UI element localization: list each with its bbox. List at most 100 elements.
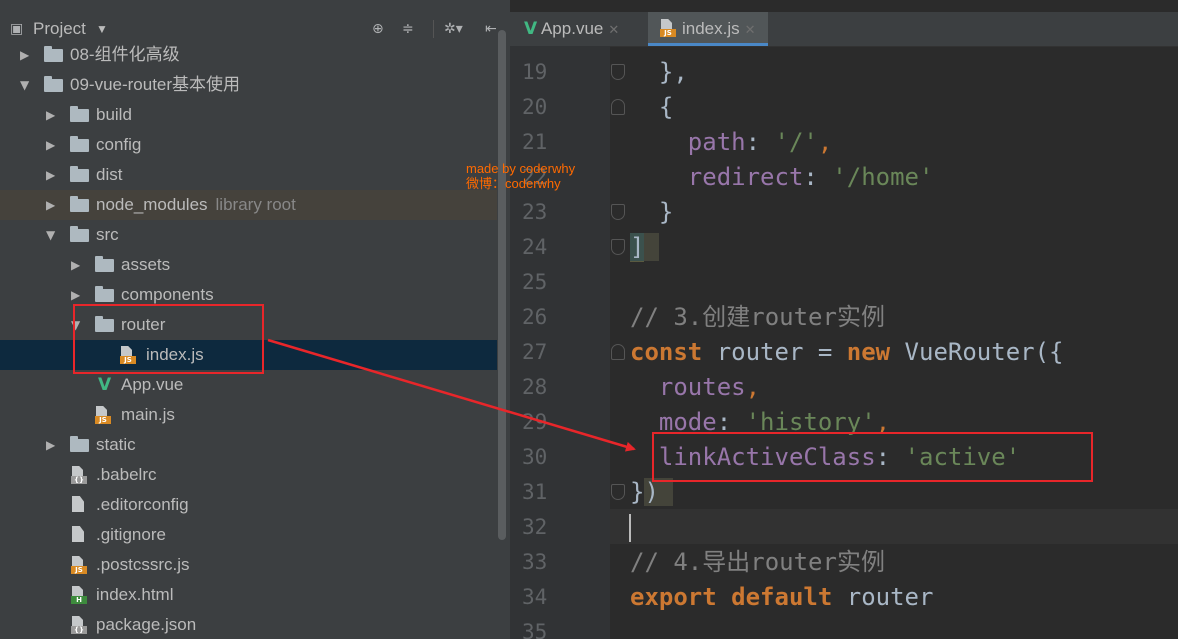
- code-line-23: }: [630, 195, 673, 230]
- code-line-20: {: [630, 90, 673, 125]
- project-scrollbar[interactable]: [498, 30, 506, 540]
- code-token: VueRouter({: [890, 338, 1064, 366]
- tree-node-app-vue[interactable]: V App.vue: [0, 370, 497, 400]
- code-comment: // 4.导出router实例: [630, 548, 885, 576]
- tree-node-node-modules[interactable]: ▶ node_modules library root: [0, 190, 497, 220]
- tab-app-vue[interactable]: V App.vue ✕: [524, 12, 619, 46]
- ide-window: ▣ Project ▼ ⊕ ≑ ✲▾ ⇤ ▶ 08-组件化高级 ▼ 09-vue…: [0, 0, 1178, 639]
- tab-index-js[interactable]: JS index.js ✕: [648, 12, 768, 46]
- code-comment: // 3.创建router实例: [630, 303, 885, 331]
- text-file-icon: [71, 526, 89, 544]
- tree-node-gitignore[interactable]: .gitignore: [0, 520, 497, 550]
- line-number: 21: [522, 130, 548, 154]
- tree-node-09-vue-router[interactable]: ▼ 09-vue-router基本使用: [0, 70, 497, 100]
- tree-node-label: package.json: [96, 615, 197, 634]
- html-file-icon: H: [71, 586, 89, 604]
- tree-node-label: 09-vue-router基本使用: [70, 75, 241, 94]
- tree-node-index-html[interactable]: H index.html: [0, 580, 497, 610]
- js-file-icon: JS: [71, 556, 89, 574]
- code-token: router =: [702, 338, 847, 366]
- fold-marker-icon[interactable]: [611, 204, 625, 220]
- fold-marker-icon[interactable]: [611, 344, 625, 360]
- tree-node-08[interactable]: ▶ 08-组件化高级: [0, 40, 497, 70]
- close-icon[interactable]: ✕: [745, 23, 756, 38]
- expanded-arrow-icon[interactable]: ▼: [20, 70, 29, 100]
- tree-node-label: .gitignore: [96, 525, 166, 544]
- folder-icon: [95, 286, 114, 302]
- line-number: 34: [522, 585, 548, 609]
- fold-marker-icon[interactable]: [611, 484, 625, 500]
- collapsed-arrow-icon[interactable]: ▶: [46, 160, 55, 190]
- collapsed-arrow-icon[interactable]: ▶: [46, 100, 55, 130]
- line-number: 26: [522, 305, 548, 329]
- line-number: 27: [522, 340, 548, 364]
- tree-node-postcssrc-js[interactable]: JS .postcssrc.js: [0, 550, 497, 580]
- folder-icon: [70, 436, 89, 452]
- tree-node-label: 08-组件化高级: [70, 45, 180, 64]
- tree-node-assets[interactable]: ▶ assets: [0, 250, 497, 280]
- code-line-26: // 3.创建router实例: [630, 300, 885, 335]
- code-editor: V App.vue ✕ JS index.js ✕ 19 20 21 22 23 24…: [510, 0, 1178, 639]
- fold-marker-icon[interactable]: [611, 99, 625, 115]
- line-number: 24: [522, 235, 548, 259]
- code-token: },: [658, 58, 688, 86]
- tree-node-package-json[interactable]: {} package.json: [0, 610, 497, 639]
- line-number: 28: [522, 375, 548, 399]
- code-line-19: },: [630, 55, 688, 90]
- tree-node-label: build: [96, 105, 132, 124]
- tab-label: App.vue: [540, 19, 604, 38]
- tree-node-dist[interactable]: ▶ dist: [0, 160, 497, 190]
- fold-marker-icon[interactable]: [611, 239, 625, 255]
- toolbar-divider: [433, 20, 434, 38]
- config-file-icon: {}: [71, 466, 89, 484]
- collapsed-arrow-icon[interactable]: ▶: [46, 190, 55, 220]
- folder-icon: [70, 166, 89, 182]
- tree-node-main-js[interactable]: JS main.js: [0, 400, 497, 430]
- text-caret: [629, 514, 631, 542]
- code-token: router: [832, 583, 934, 611]
- tree-node-babelrc[interactable]: {} .babelrc: [0, 460, 497, 490]
- code-token: }: [630, 478, 645, 506]
- collapsed-arrow-icon[interactable]: ▶: [46, 130, 55, 160]
- tab-label: index.js: [682, 19, 740, 38]
- js-file-icon: JS: [660, 19, 678, 37]
- line-number: 29: [522, 410, 548, 434]
- folder-icon: [70, 226, 89, 242]
- tree-node-label: assets: [121, 255, 171, 274]
- code-token: }: [658, 198, 674, 226]
- annotation-box-router-file: [73, 304, 264, 374]
- code-line-34: export default router: [630, 580, 933, 615]
- code-keyword: default: [731, 583, 833, 611]
- expanded-arrow-icon[interactable]: ▼: [46, 220, 55, 250]
- text-file-icon: [71, 496, 89, 514]
- tree-node-src[interactable]: ▼ src: [0, 220, 497, 250]
- library-root-hint: library root: [215, 195, 296, 214]
- collapsed-arrow-icon[interactable]: ▶: [20, 40, 29, 70]
- tree-node-build[interactable]: ▶ build: [0, 100, 497, 130]
- tree-node-static[interactable]: ▶ static: [0, 430, 497, 460]
- fold-marker-icon[interactable]: [611, 64, 625, 80]
- tree-node-editorconfig[interactable]: .editorconfig: [0, 490, 497, 520]
- close-icon[interactable]: ✕: [608, 23, 619, 38]
- line-number: 20: [522, 95, 548, 119]
- line-number: 25: [522, 270, 548, 294]
- line-number: 35: [522, 620, 548, 639]
- tree-node-config[interactable]: ▶ config: [0, 130, 497, 160]
- line-number: 23: [522, 200, 548, 224]
- tree-node-label: App.vue: [121, 375, 184, 394]
- tree-node-label: config: [96, 135, 142, 154]
- code-token: ]: [630, 233, 645, 262]
- vue-file-icon: V: [98, 375, 112, 395]
- code-area[interactable]: 19 20 21 22 23 24 25 26 27 28 29 30 31 3…: [510, 46, 1178, 639]
- code-line-33: // 4.导出router实例: [630, 545, 885, 580]
- folder-icon: [70, 136, 89, 152]
- collapsed-arrow-icon[interactable]: ▶: [71, 250, 80, 280]
- code-line-24: ]: [630, 230, 659, 265]
- line-number: 19: [522, 60, 548, 84]
- code-keyword: export: [630, 583, 717, 611]
- tree-node-label: .editorconfig: [96, 495, 189, 514]
- code-token: routes: [658, 373, 746, 401]
- folder-icon: [44, 46, 63, 62]
- collapsed-arrow-icon[interactable]: ▶: [46, 430, 55, 460]
- code-token: ): [644, 478, 659, 506]
